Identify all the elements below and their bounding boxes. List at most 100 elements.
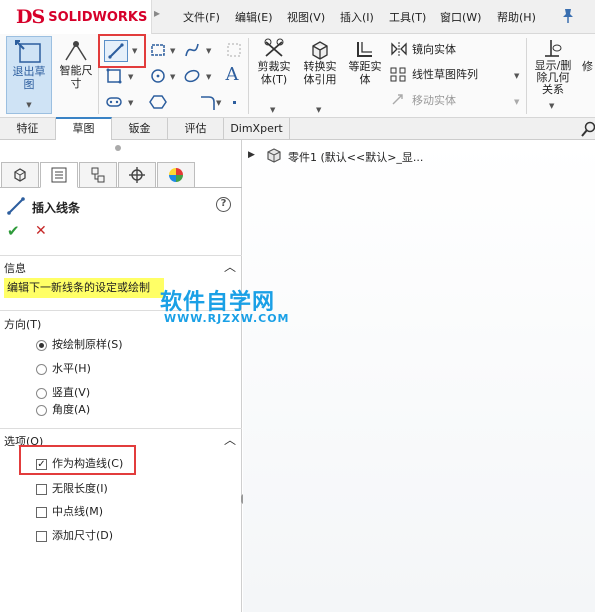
linear-pattern-label: 线性草图阵列 [412,68,478,81]
menu-insert[interactable]: 插入(I) [340,9,374,25]
graphics-area[interactable]: ▶ 零件1 (默认<<默认>_显... [243,140,595,612]
tab-property-manager[interactable] [40,162,78,188]
radio-button[interactable] [36,387,47,399]
move-icon [392,94,403,105]
trim-entities-button[interactable]: 剪裁实 体(T) [252,38,296,98]
checkbox[interactable]: ✓ [36,458,47,470]
pin-icon[interactable] [561,8,575,24]
panel-title: 插入线条 [32,201,81,215]
point-icon [233,101,236,104]
offset-entities-button[interactable]: 等距实 体 [344,38,386,98]
smart-dimension-label: 智能尺 寸 [59,64,93,90]
radio-horizontal[interactable]: 水平(H) [36,360,91,376]
menu-file[interactable]: 文件(F) [183,9,220,25]
polygon-icon [149,95,167,109]
logo-text: SOLIDWORKS [48,9,148,25]
radio-button[interactable] [36,404,47,416]
tab-features[interactable]: 特征 [0,118,56,140]
info-header: 信息 [4,262,26,275]
command-manager: 退出草 图 ▼ 智能尺 寸 ▼ ▼ ▼ ▼ ▼ ▼ A ▼ ▼ 剪裁实 体(T)… [0,34,595,118]
checkbox-midpoint-line[interactable]: 中点线(M) [36,503,103,519]
text-tool-icon[interactable]: A [222,64,242,85]
relations-label: 显示/删 除几何 关系 [534,59,572,96]
convert-label: 转换实 体引用 [303,60,337,86]
radio-button[interactable] [36,339,47,351]
tab-sketch[interactable]: 草图 [56,117,112,140]
linear-pattern-icon [390,67,406,82]
rect-corner-tool[interactable] [104,66,124,86]
convert-entities-button[interactable]: 转换实 体引用 [298,38,342,98]
offset-label: 等距实 体 [348,60,382,86]
smart-dimension-button[interactable]: 智能尺 寸 [56,36,96,106]
tab-sheet-metal[interactable]: 钣金 [112,118,168,140]
checkbox[interactable] [36,506,47,518]
relations-icon [545,40,562,57]
checkbox-add-dimensions[interactable]: 添加尺寸(D) [36,527,113,543]
repair-label: 修 [582,60,593,73]
menu-edit[interactable]: 编辑(E) [235,9,273,25]
tab-display-manager[interactable] [157,162,195,188]
convert-entities-icon [312,41,328,60]
ok-checkmark-icon[interactable]: ✔ [7,222,20,240]
cancel-x-icon[interactable]: ✕ [35,223,47,239]
tree-expand-arrow-icon[interactable]: ▶ [248,150,255,160]
fillet-icon [201,96,215,110]
property-manager: 插入线条 ? ✔ ✕ 信息 ︿ 编辑下一新线条的设定或绘制 方向(T) 按绘制原… [0,140,242,612]
line-dropdown-arrow[interactable]: ▼ [132,47,137,55]
checkbox[interactable] [36,530,47,542]
menu-view[interactable]: 视图(V) [287,9,325,25]
circle-tool[interactable] [148,66,168,86]
title-bar: DS SOLIDWORKS ▸ 文件(F) 编辑(E) 视图(V) 插入(I) … [0,0,595,34]
checkbox-for-construction[interactable]: ✓ 作为构造线(C) [36,455,123,471]
repair-sketch-button[interactable]: 修 [580,38,595,98]
ellipse-tool[interactable] [182,66,202,86]
tab-feature-manager[interactable] [1,162,39,188]
ellipse-icon [184,69,200,83]
point-tool[interactable] [224,92,244,112]
appearance-pie-icon [169,168,183,182]
slot-tool[interactable] [104,92,124,112]
part-tree-label[interactable]: 零件1 (默认<<默认>_显... [288,149,423,165]
linear-pattern-button[interactable]: 线性草图阵列 [390,66,478,82]
mirror-label: 镜向实体 [412,43,456,56]
sketch-grid-icon[interactable] [224,40,244,60]
tab-dimxpert[interactable]: DimXpert [224,118,290,140]
spline-tool[interactable] [182,40,202,60]
radio-button[interactable] [36,363,47,375]
exit-sketch-button[interactable]: 退出草 图 ▼ [6,36,52,114]
menu-tools[interactable]: 工具(T) [389,9,426,25]
solidworks-logo[interactable]: DS SOLIDWORKS [0,0,152,34]
circle-icon [151,69,165,83]
radio-angle[interactable]: 角度(A) [36,401,90,417]
crosshair-icon [129,167,145,183]
panel-grip-dot[interactable] [115,145,121,151]
exit-sketch-label: 退出草 图 [12,65,46,91]
rectangle-tool[interactable] [148,40,168,60]
radio-vertical[interactable]: 竖直(V) [36,384,90,400]
options-collapse-chevron-icon[interactable]: ︿ [224,431,236,448]
mirror-entities-button[interactable]: 镜向实体 [390,41,456,57]
tab-evaluate[interactable]: 评估 [168,118,224,140]
rectangle-icon [151,44,165,56]
move-entities-button[interactable]: 移动实体 [390,92,456,108]
logo-arrow-icon[interactable]: ▸ [154,6,160,20]
help-icon[interactable]: ? [216,197,231,212]
radio-label: 角度(A) [52,403,91,416]
checkbox-infinite-length[interactable]: 无限长度(I) [36,480,108,496]
info-collapse-chevron-icon[interactable]: ︿ [224,258,236,275]
exit-sketch-icon [15,40,41,63]
line-tool-button[interactable] [104,40,128,62]
tab-dimxpert-manager[interactable] [118,162,156,188]
ds-logo-icon: DS [16,6,45,28]
checkbox-label: 作为构造线(C) [52,457,124,470]
checkbox-label: 无限长度(I) [52,482,108,495]
insert-line-icon [7,197,25,215]
tab-configuration-manager[interactable] [79,162,117,188]
menu-window[interactable]: 窗口(W) [440,9,481,25]
search-icon[interactable] [580,120,595,138]
menu-help[interactable]: 帮助(H) [497,9,536,25]
checkbox[interactable] [36,483,47,495]
fillet-tool[interactable] [198,92,218,112]
radio-as-sketched[interactable]: 按绘制原样(S) [36,336,123,352]
polygon-tool[interactable] [148,92,168,112]
